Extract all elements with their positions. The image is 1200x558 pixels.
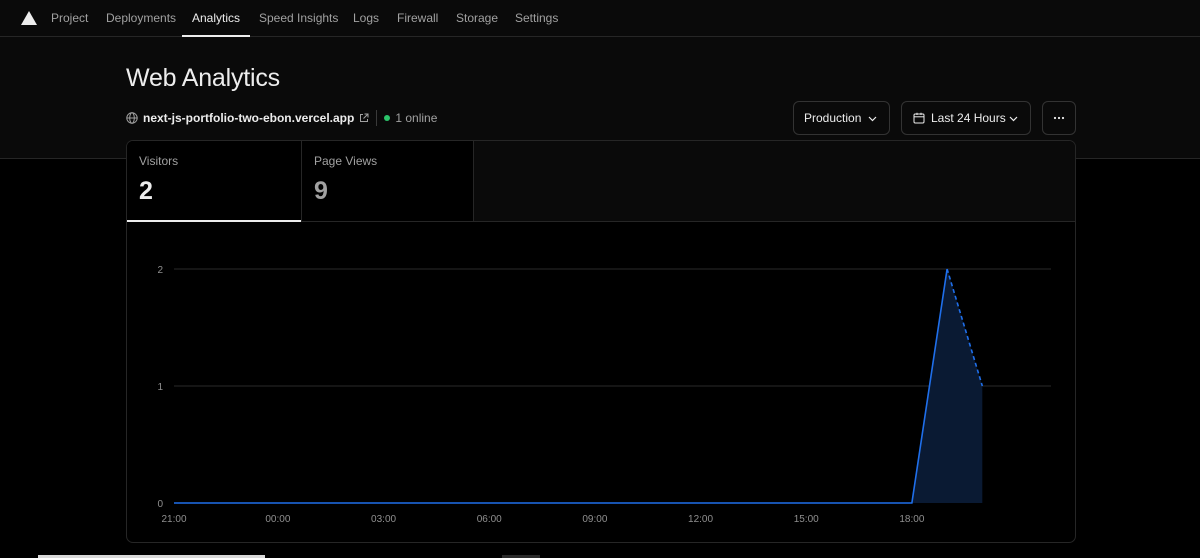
top-navigation: Project Deployments Analytics Speed Insi… — [0, 0, 1200, 37]
x-tick-label: 09:00 — [582, 514, 607, 525]
x-tick-label: 03:00 — [371, 514, 396, 525]
tab-analytics[interactable]: Analytics — [192, 0, 240, 37]
site-row: next-js-portfolio-two-ebon.vercel.app 1 … — [126, 110, 437, 126]
x-tick-label: 21:00 — [161, 514, 186, 525]
tab-firewall[interactable]: Firewall — [397, 0, 438, 37]
chevron-down-icon — [1009, 116, 1018, 122]
environment-select[interactable]: Production — [793, 101, 890, 135]
divider — [376, 110, 378, 126]
y-tick-label: 1 — [157, 382, 163, 393]
x-tick-label: 00:00 — [265, 514, 290, 525]
tab-deployments[interactable]: Deployments — [106, 0, 176, 37]
environment-label: Production — [804, 111, 862, 125]
tab-project[interactable]: Project — [51, 0, 88, 37]
calendar-icon — [913, 112, 925, 124]
tab-storage[interactable]: Storage — [456, 0, 498, 37]
vercel-logo-icon[interactable] — [21, 11, 37, 25]
analytics-card: Visitors 2 Page Views 9 0 1 2 21:00 00:00 03:… — [126, 140, 1076, 543]
online-status-dot — [384, 115, 391, 121]
more-options-button[interactable] — [1042, 101, 1076, 135]
online-count: 1 online — [395, 111, 438, 125]
y-tick-label: 2 — [157, 265, 163, 276]
external-link-icon[interactable] — [359, 113, 369, 123]
date-range-select[interactable]: Last 24 Hours — [901, 101, 1031, 135]
x-tick-label: 15:00 — [794, 514, 819, 525]
x-tick-label: 12:00 — [688, 514, 713, 525]
page-title: Web Analytics — [126, 64, 280, 92]
tab-logs[interactable]: Logs — [353, 0, 379, 37]
more-dots-icon — [1053, 116, 1065, 120]
visitors-chart: 0 1 2 21:00 00:00 03:00 06:00 09:00 12:00 15:00 18… — [157, 265, 1051, 525]
chevron-down-icon — [868, 116, 877, 122]
y-tick-label: 0 — [157, 499, 163, 510]
tab-speed-insights[interactable]: Speed Insights — [259, 0, 338, 37]
x-tick-label: 18:00 — [899, 514, 924, 525]
globe-icon — [126, 112, 138, 124]
tab-settings[interactable]: Settings — [515, 0, 558, 37]
x-tick-label: 06:00 — [477, 514, 502, 525]
date-range-label: Last 24 Hours — [931, 111, 1006, 125]
site-link[interactable]: next-js-portfolio-two-ebon.vercel.app — [143, 111, 354, 125]
